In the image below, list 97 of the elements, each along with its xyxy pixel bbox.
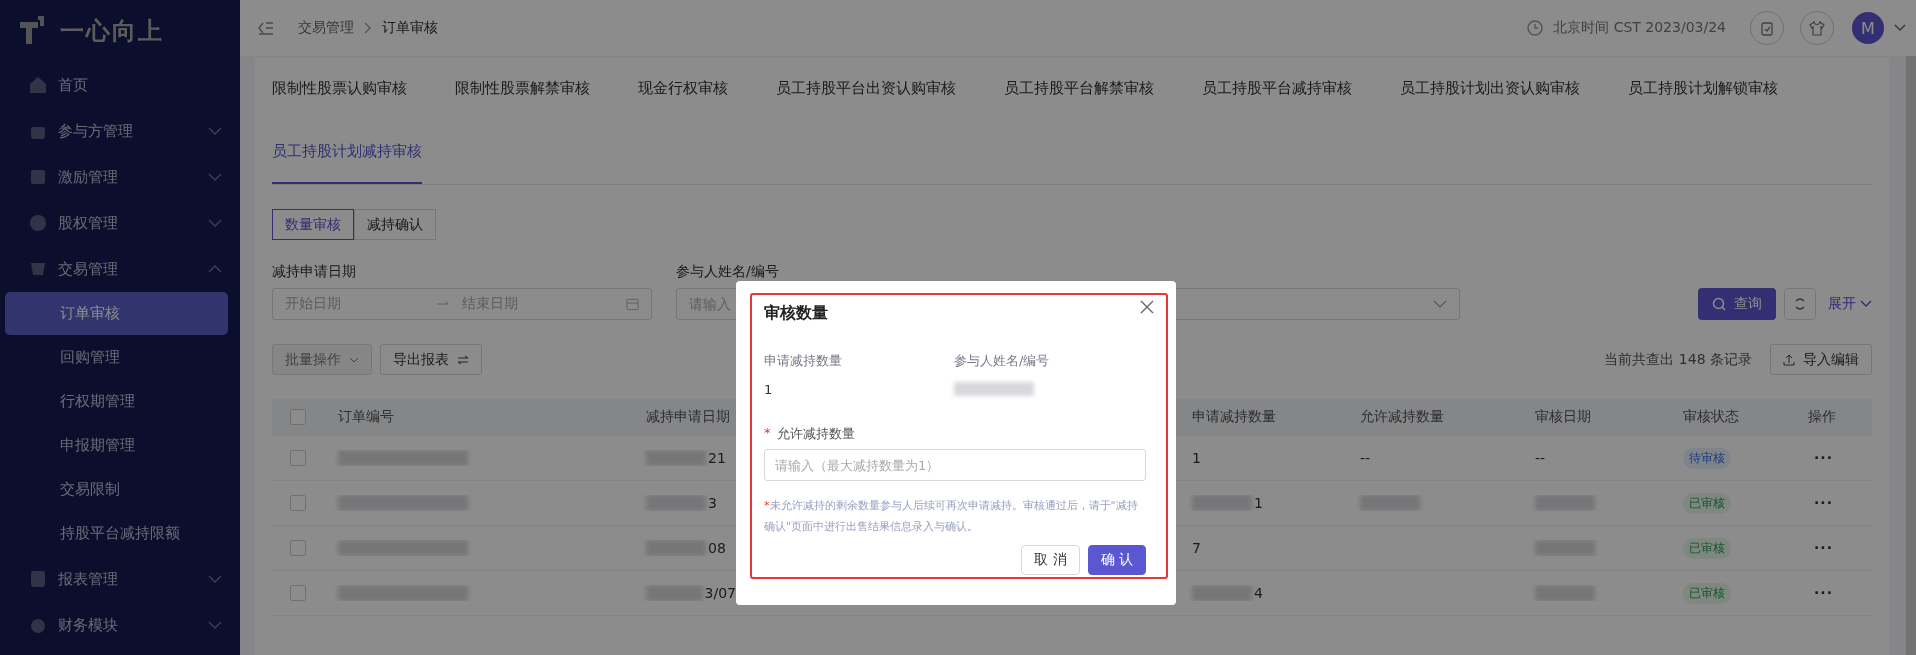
cancel-button[interactable]: 取 消 xyxy=(1021,545,1080,575)
refresh-button[interactable] xyxy=(1784,288,1816,320)
column-header: 审核状态 xyxy=(1683,408,1739,426)
expand-link[interactable]: 展开 xyxy=(1828,288,1872,320)
info-value: 1 xyxy=(764,382,774,397)
required-mark: * xyxy=(764,425,771,442)
arrow-right-icon xyxy=(436,300,450,308)
sidebar-subitem[interactable]: 行权期管理 xyxy=(5,380,228,423)
tab[interactable]: 现金行权审核 xyxy=(638,58,728,121)
logo-text: 一心向上 xyxy=(60,16,164,47)
checkbox[interactable] xyxy=(290,585,306,601)
sidebar-item[interactable]: 激励管理 xyxy=(0,154,240,200)
column-header: 操作 xyxy=(1808,408,1836,426)
breadcrumb-item: 订单审核 xyxy=(382,19,438,37)
filter-label: 参与人姓名/编号 xyxy=(676,262,780,280)
sidebar-item[interactable]: 财务模块 xyxy=(0,602,240,648)
table-cell: -- xyxy=(1535,450,1546,466)
more-actions-button[interactable]: ··· xyxy=(1808,495,1833,511)
sidebar-subitem[interactable]: 回购管理 xyxy=(5,336,228,379)
import-button[interactable]: 导入编辑 xyxy=(1770,344,1872,375)
tab[interactable]: 限制性股票解禁审核 xyxy=(455,58,590,121)
close-icon[interactable] xyxy=(1140,299,1154,314)
more-actions-button[interactable]: ··· xyxy=(1808,450,1833,466)
table-cell: 3 xyxy=(708,495,717,511)
status-tag: 已审核 xyxy=(1683,582,1731,604)
checkbox[interactable] xyxy=(290,540,306,556)
info-label: 申请减持数量 xyxy=(764,352,843,370)
clipboard-check-icon xyxy=(1759,20,1775,36)
status-tag: 已审核 xyxy=(1683,537,1731,559)
swap-icon xyxy=(457,354,469,365)
shirt-icon xyxy=(1809,20,1825,36)
checkbox[interactable] xyxy=(290,450,306,466)
sidebar-subitem[interactable]: 持股平台减持限额 xyxy=(5,512,228,555)
column-header: 允许减持数量 xyxy=(1360,408,1444,426)
table-cell: 7 xyxy=(1192,540,1201,556)
status-tag: 待审核 xyxy=(1683,447,1731,469)
search-button[interactable]: 查询 xyxy=(1698,288,1776,320)
sidebar-item[interactable]: 报表管理 xyxy=(0,556,240,602)
table-cell: 3/07 xyxy=(704,585,736,601)
status-tag: 已审核 xyxy=(1683,492,1731,514)
sidebar-item[interactable]: 股权管理 xyxy=(0,200,240,246)
record-count-text: 当前共查出 148 条记录 xyxy=(1604,350,1752,369)
refresh-icon xyxy=(1793,297,1807,311)
breadcrumb-item[interactable]: 交易管理 xyxy=(298,19,354,37)
scrollbar[interactable] xyxy=(1906,56,1916,655)
tab[interactable]: 员工持股计划解锁审核 xyxy=(1628,58,1778,121)
column-header: 审核日期 xyxy=(1535,408,1591,426)
table-cell: 1 xyxy=(1192,450,1201,466)
shirt-button[interactable] xyxy=(1800,11,1834,45)
column-header: 减持申请日期 xyxy=(646,408,730,426)
sidebar-subitem[interactable]: 订单审核 xyxy=(5,292,228,335)
quantity-input[interactable]: 请输入（最大减持数量为1） xyxy=(764,449,1146,481)
info-label: 参与人姓名/编号 xyxy=(954,352,1051,370)
column-header: 订单编号 xyxy=(338,408,394,426)
search-icon xyxy=(1712,297,1726,311)
chevron-down-icon xyxy=(1433,300,1447,308)
confirm-button[interactable]: 确 认 xyxy=(1087,545,1146,575)
table-cell: 08 xyxy=(708,540,726,556)
menu-collapse-icon[interactable] xyxy=(258,21,274,35)
tab[interactable]: 员工持股平台解禁审核 xyxy=(1004,58,1154,121)
upload-icon xyxy=(1783,353,1795,366)
sidebar-subitem[interactable]: 申报期管理 xyxy=(5,424,228,467)
checkbox[interactable] xyxy=(290,495,306,511)
segment-button[interactable]: 减持确认 xyxy=(354,209,436,240)
tab[interactable]: 员工持股平台出资认购审核 xyxy=(776,58,956,121)
more-actions-button[interactable]: ··· xyxy=(1808,540,1833,556)
home-icon xyxy=(28,75,48,95)
segment-button[interactable]: 数量审核 xyxy=(272,209,354,240)
chevron-right-icon xyxy=(364,22,372,34)
calendar-icon xyxy=(625,297,639,311)
clock-icon xyxy=(1527,20,1544,36)
table-cell: 21 xyxy=(708,450,726,466)
sidebar-subitem[interactable]: 交易限制 xyxy=(5,468,228,511)
table-cell: 1 xyxy=(1254,495,1263,511)
sidebar-item[interactable]: 首页 xyxy=(0,62,240,108)
table-cell: -- xyxy=(1360,450,1371,466)
chevron-down-icon xyxy=(1860,300,1872,308)
chevron-down-icon[interactable] xyxy=(1894,24,1906,32)
table-cell: 4 xyxy=(1254,585,1263,601)
column-header: 申请减持数量 xyxy=(1192,408,1276,426)
note-text: *未允许减持的剩余数量参与人后续可再次申请减持。审核通过后，请于"减持确认"页面中进行出售结果信息录入与确认。 xyxy=(764,498,1139,535)
filter-label: 减持申请日期 xyxy=(272,262,357,280)
tab[interactable]: 员工持股平台减持审核 xyxy=(1202,58,1352,121)
user-avatar[interactable]: M xyxy=(1852,12,1884,44)
checkbox[interactable] xyxy=(290,409,306,425)
tab[interactable]: 员工持股计划减持审核 xyxy=(272,121,422,184)
more-actions-button[interactable]: ··· xyxy=(1808,585,1833,601)
export-button[interactable]: 导出报表 xyxy=(380,344,482,375)
field-label: 允许减持数量 xyxy=(776,425,855,443)
sidebar-item[interactable]: 参与方管理 xyxy=(0,108,240,154)
tab[interactable]: 员工持股计划出资认购审核 xyxy=(1400,58,1580,121)
date-time-text: 北京时间 CST 2023/03/24 xyxy=(1553,19,1726,37)
dialog-title: 审核数量 xyxy=(764,303,828,324)
clipboard-check-button[interactable] xyxy=(1750,11,1784,45)
chevron-down-icon xyxy=(349,356,359,363)
sidebar-item[interactable]: 交易管理 xyxy=(0,246,240,292)
tab[interactable]: 限制性股票认购审核 xyxy=(272,58,407,121)
